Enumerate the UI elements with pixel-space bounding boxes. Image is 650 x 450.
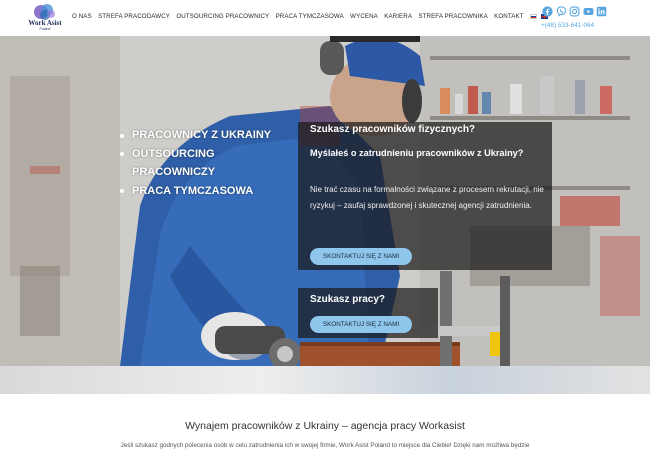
- section-title: Wynajem pracowników z Ukrainy – agencja …: [185, 420, 465, 432]
- section-divider-image: [0, 366, 650, 394]
- hero-bullet-list: PRACOWNICY Z UKRAINY OUTSOURCING PRACOWN…: [120, 126, 295, 200]
- bullet-dot-icon: [120, 152, 124, 156]
- nav-item-praca-tymczasowa[interactable]: PRACA TYMCZASOWA: [276, 13, 344, 20]
- nav-item-outsourcing[interactable]: OUTSOURCING PRACOWNICY: [176, 13, 269, 20]
- job-seeker-question: Szukasz pracy?: [310, 294, 386, 305]
- logo[interactable]: Work Asist Poland: [20, 3, 70, 33]
- nav-item-kontakt[interactable]: KONTAKT: [494, 13, 523, 20]
- main-nav: O NAS STREFA PRACODAWCY OUTSOURCING PRAC…: [72, 11, 552, 21]
- nav-item-strefa-pracodawcy[interactable]: STREFA PRACODAWCY: [98, 13, 170, 20]
- bullet-dot-icon: [120, 189, 124, 193]
- employer-question: Szukasz pracowników fizycznych?: [310, 124, 476, 135]
- facebook-icon[interactable]: [542, 6, 553, 17]
- hero-bullet-item[interactable]: OUTSOURCING PRACOWNICZY: [120, 145, 295, 182]
- phone-number[interactable]: +(48) 533-641-064: [541, 22, 594, 29]
- youtube-icon[interactable]: [583, 6, 594, 17]
- bullet-dot-icon: [120, 133, 124, 138]
- nav-item-o-nas[interactable]: O NAS: [72, 13, 92, 20]
- instagram-icon[interactable]: [569, 6, 580, 17]
- logo-subtitle: Poland: [39, 27, 51, 31]
- ru-flag-icon[interactable]: [529, 13, 537, 19]
- contact-button[interactable]: SKONTAKTUJ SIĘ Z NAMI: [310, 248, 412, 265]
- nav-item-strefa-pracownika[interactable]: STREFA PRACOWNIKA: [418, 13, 487, 20]
- nav-item-wycena[interactable]: WYCENA: [350, 13, 378, 20]
- logo-name: Work Asist: [28, 19, 62, 27]
- employer-subquestion: Myślałeś o zatrudnieniu pracowników z Uk…: [310, 148, 524, 158]
- site-header: Work Asist Poland O NAS STREFA PRACODAWC…: [0, 0, 650, 36]
- page: Work Asist Poland O NAS STREFA PRACODAWC…: [0, 0, 650, 450]
- section-text: Jeśli szukasz godnych polecenia osób w c…: [120, 442, 530, 449]
- nav-item-kariera[interactable]: KARIERA: [384, 13, 412, 20]
- viber-icon[interactable]: [556, 6, 567, 17]
- hero-section: PRACOWNICY Z UKRAINY OUTSOURCING PRACOWN…: [0, 36, 650, 366]
- hero-bullet-item[interactable]: PRACA TYMCZASOWA: [120, 182, 295, 201]
- job-seeker-contact-button[interactable]: SKONTAKTUJ SIĘ Z NAMI: [310, 316, 412, 333]
- employer-description: Nie trać czasu na formalności związane z…: [310, 185, 544, 210]
- hero-bullet-item[interactable]: PRACOWNICY Z UKRAINY: [120, 126, 295, 145]
- linkedin-icon[interactable]: [596, 6, 607, 17]
- social-links: [542, 6, 610, 18]
